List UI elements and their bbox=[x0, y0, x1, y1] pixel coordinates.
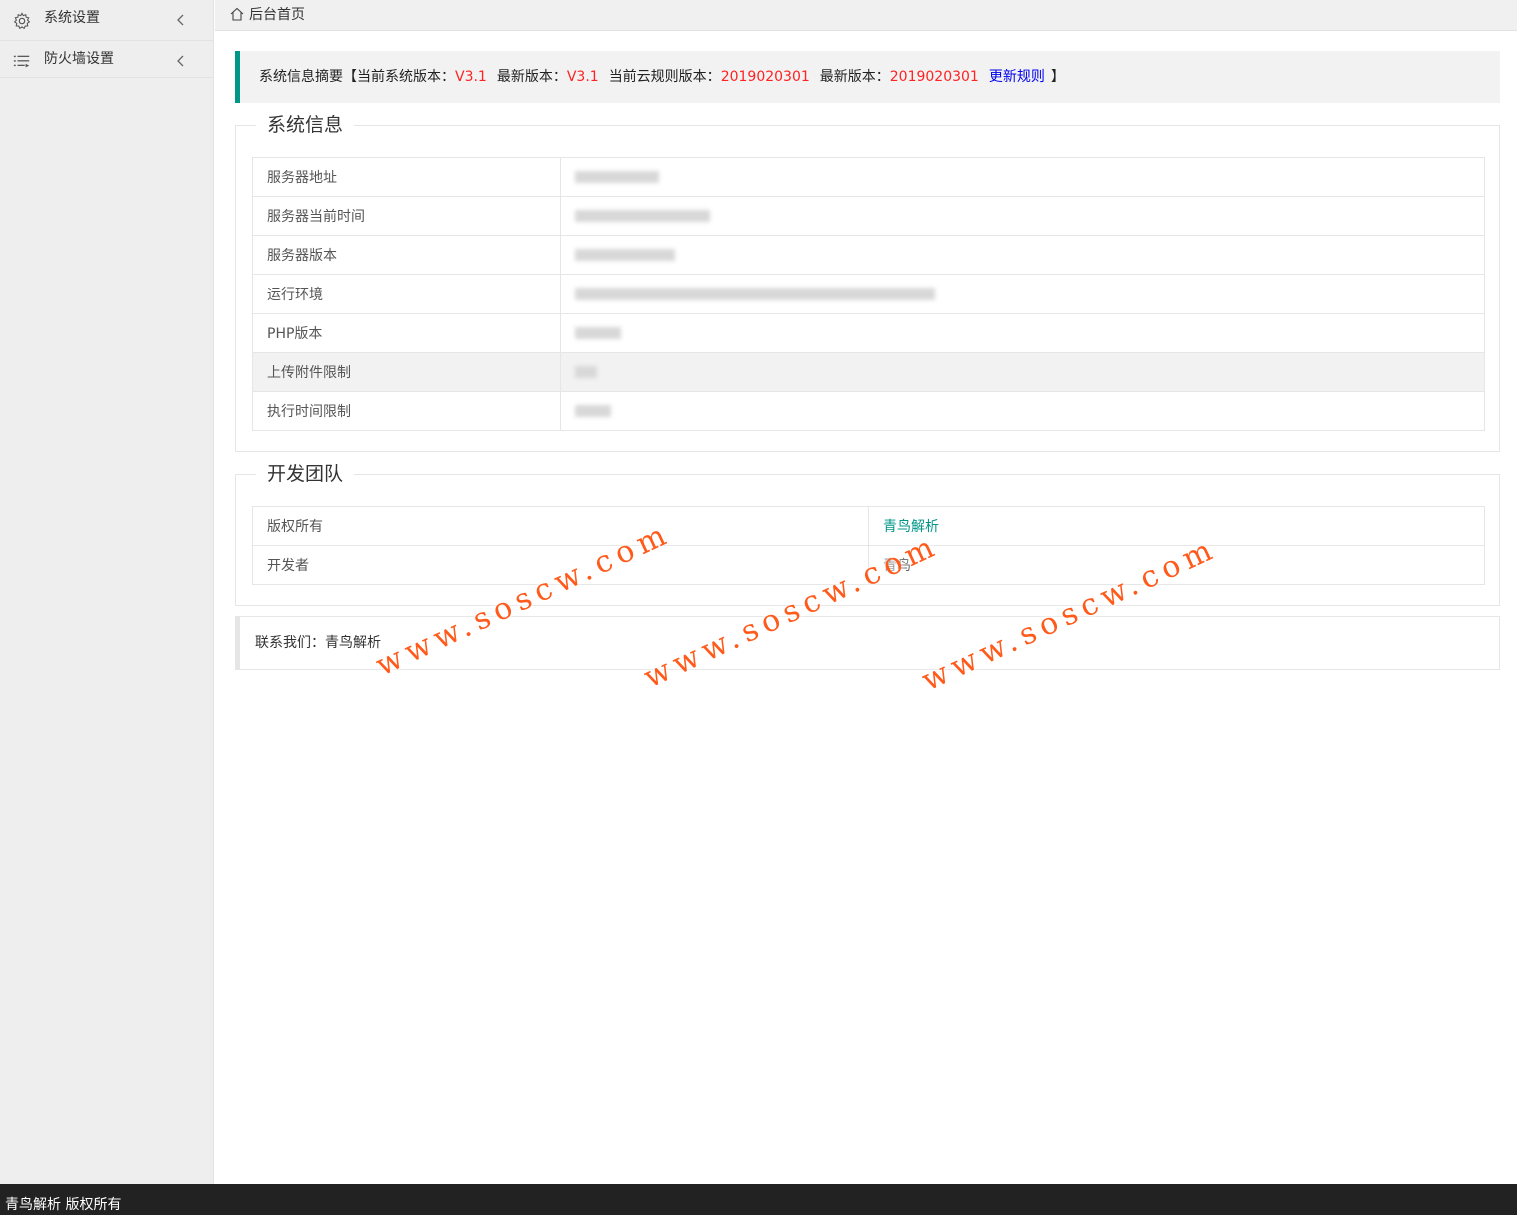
row-value-redacted bbox=[560, 196, 1485, 236]
row-value-redacted bbox=[560, 157, 1485, 197]
tab-home[interactable]: 后台首页 bbox=[230, 4, 305, 24]
table-row: 服务器版本 bbox=[252, 235, 1485, 275]
breadcrumb: 后台首页 bbox=[249, 7, 305, 23]
chevron-left-icon[interactable] bbox=[176, 55, 185, 67]
current-version: V3.1 bbox=[455, 69, 487, 85]
summary-prefix: 系统信息摘要【当前系统版本： bbox=[259, 69, 455, 85]
table-row: PHP版本 bbox=[252, 313, 1485, 353]
copyright-link[interactable]: 青鸟解析 bbox=[883, 519, 939, 535]
sidebar-item-label: 防火墙设置 bbox=[44, 51, 114, 67]
cloud-label: 当前云规则版本： bbox=[608, 69, 721, 85]
row-label: 服务器地址 bbox=[252, 157, 561, 197]
row-value-redacted bbox=[560, 274, 1485, 314]
row-value: 青鸟 bbox=[868, 545, 1485, 585]
system-info-table: 服务器地址 服务器当前时间 服务器版本 运行环境 PHP版本 上传附件限制 执行… bbox=[252, 157, 1485, 431]
dev-team-table: 版权所有 青鸟解析 开发者 青鸟 bbox=[252, 506, 1485, 585]
cloud-version: 2019020301 bbox=[720, 69, 810, 85]
row-value-redacted bbox=[560, 352, 1485, 392]
row-label: 服务器当前时间 bbox=[252, 196, 561, 236]
row-label: 开发者 bbox=[252, 545, 869, 585]
row-label: PHP版本 bbox=[252, 313, 561, 353]
table-row: 服务器当前时间 bbox=[252, 196, 1485, 236]
row-label: 版权所有 bbox=[252, 506, 869, 546]
latest-label: 最新版本： bbox=[496, 69, 567, 85]
row-value-redacted bbox=[560, 235, 1485, 275]
chevron-left-icon[interactable] bbox=[176, 14, 185, 26]
cloud-latest-version: 2019020301 bbox=[889, 69, 979, 85]
table-row: 执行时间限制 bbox=[252, 391, 1485, 431]
table-row: 开发者 青鸟 bbox=[252, 545, 1485, 585]
table-row: 运行环境 bbox=[252, 274, 1485, 314]
system-summary: 系统信息摘要【当前系统版本：V3.1 最新版本：V3.1 当前云规则版本：20190… bbox=[235, 51, 1500, 103]
latest-version: V3.1 bbox=[566, 69, 599, 85]
system-info-panel: 系统信息 服务器地址 服务器当前时间 服务器版本 运行环境 PHP版本 上传附件… bbox=[235, 112, 1500, 452]
row-value: 青鸟解析 bbox=[868, 506, 1485, 546]
sidebar: 系统设置 防火墙设置 bbox=[0, 0, 214, 1184]
footer-text: 青鸟解析 版权所有 bbox=[5, 1197, 122, 1213]
table-row: 版权所有 青鸟解析 bbox=[252, 506, 1485, 546]
dev-team-title: 开发团队 bbox=[256, 461, 355, 487]
row-label: 运行环境 bbox=[252, 274, 561, 314]
top-tab-bar: 后台首页 bbox=[215, 0, 1517, 31]
sidebar-item-firewall-settings[interactable]: 防火墙设置 bbox=[0, 41, 213, 78]
sidebar-item-system-settings[interactable]: 系统设置 bbox=[0, 0, 213, 41]
contact-box: 联系我们：青鸟解析 bbox=[235, 616, 1500, 670]
summary-suffix: 】 bbox=[1050, 69, 1065, 85]
table-row: 服务器地址 bbox=[252, 157, 1485, 197]
cloud-latest-label: 最新版本： bbox=[819, 69, 890, 85]
contact-text: 联系我们：青鸟解析 bbox=[255, 635, 381, 651]
row-label: 上传附件限制 bbox=[252, 352, 561, 392]
row-value-redacted bbox=[560, 313, 1485, 353]
update-rules-link[interactable]: 更新规则 bbox=[989, 69, 1045, 85]
home-icon bbox=[230, 7, 244, 21]
footer: 青鸟解析 版权所有 bbox=[0, 1184, 1517, 1215]
sidebar-item-label: 系统设置 bbox=[44, 10, 100, 26]
gear-icon bbox=[13, 12, 31, 30]
row-value-redacted bbox=[560, 391, 1485, 431]
row-label: 执行时间限制 bbox=[252, 391, 561, 431]
list-icon bbox=[13, 55, 30, 68]
dev-team-panel: 开发团队 版权所有 青鸟解析 开发者 青鸟 bbox=[235, 461, 1500, 606]
row-label: 服务器版本 bbox=[252, 235, 561, 275]
table-row: 上传附件限制 bbox=[252, 352, 1485, 392]
system-info-title: 系统信息 bbox=[256, 112, 355, 138]
